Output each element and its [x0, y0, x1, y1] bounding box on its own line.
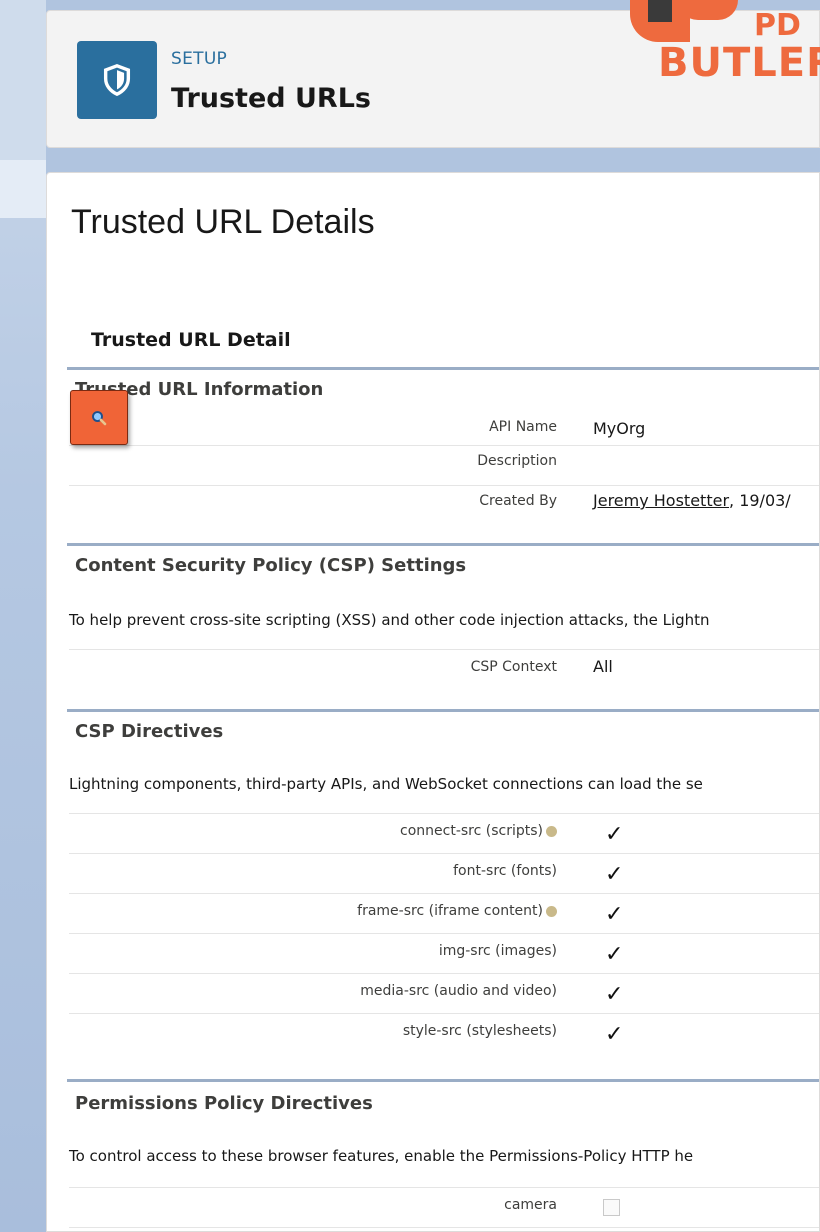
row-value-created-by: Jeremy Hostetter, 19/03/ — [593, 491, 791, 510]
check-icon: ✓ — [605, 1021, 624, 1046]
check-icon: ✓ — [605, 821, 624, 846]
row-label-api-name: API Name — [489, 419, 557, 435]
directive-label-connect-src: connect-src (scripts) — [400, 823, 557, 839]
row-label-csp-context: CSP Context — [470, 659, 557, 675]
section-divider — [67, 543, 819, 546]
check-icon: ✓ — [605, 981, 624, 1006]
section-title-csp: Content Security Policy (CSP) Settings — [75, 555, 467, 576]
directive-label-text: frame-src (iframe content) — [357, 903, 543, 919]
detail-section-title: Trusted URL Detail — [91, 329, 291, 351]
row-divider — [69, 649, 819, 650]
logo-shape-dark — [648, 0, 672, 22]
header-eyebrow: SETUP — [171, 49, 228, 69]
logo-shape — [678, 0, 738, 20]
directive-label-frame-src: frame-src (iframe content) — [357, 903, 557, 919]
check-icon: ✓ — [605, 941, 624, 966]
sidebar-top-band — [0, 0, 46, 170]
section-divider — [67, 709, 819, 712]
row-divider — [69, 1227, 819, 1228]
row-divider — [69, 485, 819, 486]
directive-label-font-src: font-src (fonts) — [453, 863, 557, 879]
section-title-directives: CSP Directives — [75, 721, 224, 742]
permissions-description: To control access to these browser featu… — [69, 1147, 694, 1165]
help-icon[interactable] — [546, 905, 557, 917]
left-sidebar-strip — [0, 0, 46, 1232]
directive-label-media-src: media-src (audio and video) — [360, 983, 557, 999]
search-icon — [92, 410, 107, 425]
row-divider — [69, 813, 819, 814]
section-divider — [67, 367, 819, 370]
row-divider — [69, 1013, 819, 1014]
logo-text-butler: BUTLER — [658, 40, 820, 86]
row-label-created-by: Created By — [479, 493, 557, 509]
check-icon: ✓ — [605, 861, 624, 886]
permission-label-camera: camera — [504, 1197, 557, 1213]
check-icon: ✓ — [605, 901, 624, 926]
search-button[interactable] — [70, 390, 128, 445]
row-divider — [69, 445, 819, 446]
detail-card: Trusted URL Details Trusted URL Detail T… — [46, 172, 820, 1232]
row-divider — [69, 853, 819, 854]
page-title: Trusted URLs — [171, 83, 371, 114]
row-label-description: Description — [477, 453, 557, 469]
row-divider — [69, 933, 819, 934]
directive-label-text: connect-src (scripts) — [400, 823, 543, 839]
page-heading: Trusted URL Details — [71, 203, 375, 241]
row-divider — [69, 1187, 819, 1188]
section-title-permissions: Permissions Policy Directives — [75, 1093, 373, 1114]
row-value-csp-context: All — [593, 657, 613, 676]
shield-icon — [77, 41, 157, 119]
unchecked-checkbox — [603, 1199, 620, 1216]
pd-butler-logo: PD BUTLER — [630, 0, 820, 90]
logo-text-pd: PD — [754, 8, 801, 43]
help-icon[interactable] — [546, 825, 557, 837]
created-by-date: , 19/03/ — [729, 491, 791, 510]
row-divider — [69, 893, 819, 894]
created-by-user-link[interactable]: Jeremy Hostetter — [593, 491, 729, 510]
row-value-api-name: MyOrg — [593, 419, 646, 438]
sidebar-selected-item[interactable] — [0, 160, 46, 218]
section-divider — [67, 1079, 819, 1082]
csp-description: To help prevent cross-site scripting (XS… — [69, 611, 710, 629]
row-divider — [69, 973, 819, 974]
directives-description: Lightning components, third-party APIs, … — [69, 775, 703, 793]
directive-label-style-src: style-src (stylesheets) — [402, 1023, 557, 1039]
directive-label-img-src: img-src (images) — [438, 943, 557, 959]
